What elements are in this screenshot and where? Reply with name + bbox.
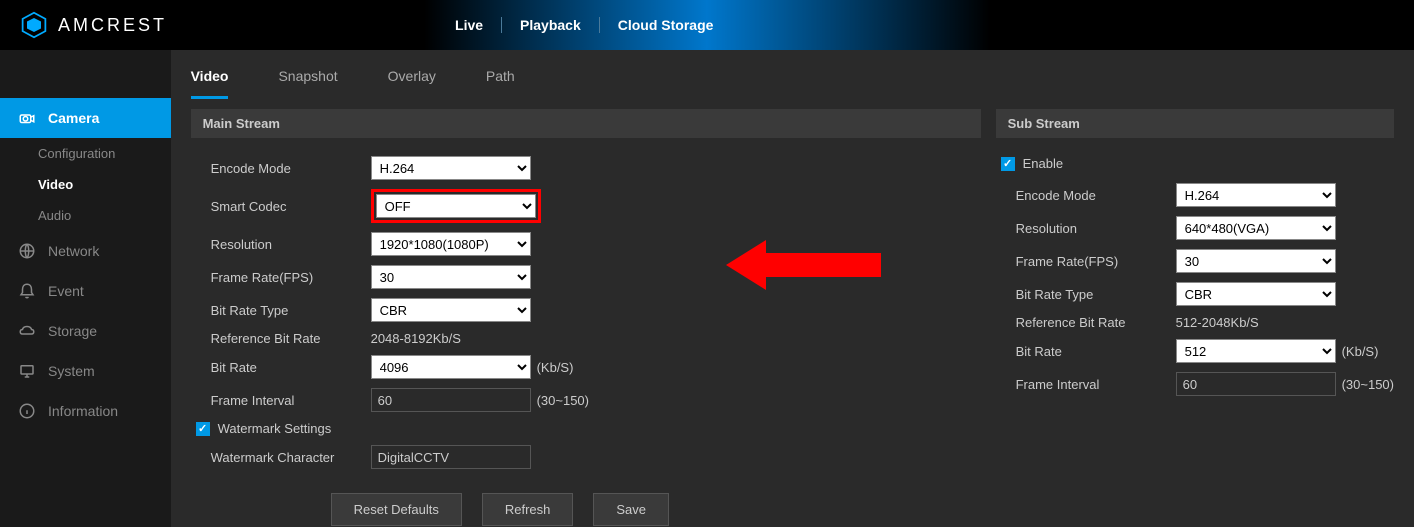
sidebar-item-label: Event — [48, 283, 84, 299]
sub-frame-interval-label: Frame Interval — [1016, 377, 1176, 392]
tab-snapshot[interactable]: Snapshot — [278, 68, 337, 99]
sidebar-item-system[interactable]: System — [0, 351, 171, 391]
sub-frame-interval-input[interactable] — [1176, 372, 1336, 396]
bit-rate-suffix: (Kb/S) — [537, 360, 574, 375]
sub-frame-rate-label: Frame Rate(FPS) — [1016, 254, 1176, 269]
sub-reference-bit-rate-label: Reference Bit Rate — [1016, 315, 1176, 330]
sidebar: Camera Configuration Video Audio Network… — [0, 50, 171, 527]
sidebar-subitem-configuration[interactable]: Configuration — [0, 138, 171, 169]
header-bar: AMCREST Live Playback Cloud Storage — [0, 0, 1414, 50]
resolution-select[interactable]: 1920*1080(1080P) — [371, 232, 531, 256]
frame-rate-select[interactable]: 30 — [371, 265, 531, 289]
sidebar-item-label: System — [48, 363, 95, 379]
watermark-settings-checkbox[interactable] — [196, 422, 210, 436]
sub-enable-checkbox[interactable] — [1001, 157, 1015, 171]
information-icon — [18, 402, 36, 420]
sidebar-item-storage[interactable]: Storage — [0, 311, 171, 351]
sidebar-item-label: Storage — [48, 323, 97, 339]
bit-rate-select[interactable]: 4096 — [371, 355, 531, 379]
frame-interval-input[interactable] — [371, 388, 531, 412]
sub-encode-mode-select[interactable]: H.264 — [1176, 183, 1336, 207]
sub-resolution-select[interactable]: 640*480(VGA) — [1176, 216, 1336, 240]
tab-video[interactable]: Video — [191, 68, 229, 99]
button-row: Reset Defaults Refresh Save — [191, 478, 981, 526]
sidebar-item-information[interactable]: Information — [0, 391, 171, 431]
reference-bit-rate-value: 2048-8192Kb/S — [371, 331, 461, 346]
encode-mode-select[interactable]: H.264 — [371, 156, 531, 180]
reference-bit-rate-label: Reference Bit Rate — [211, 331, 371, 346]
refresh-button[interactable]: Refresh — [482, 493, 574, 526]
sub-bit-rate-type-select[interactable]: CBR — [1176, 282, 1336, 306]
event-icon — [18, 282, 36, 300]
content-area: Video Snapshot Overlay Path Main Stream … — [171, 50, 1414, 527]
bit-rate-type-label: Bit Rate Type — [211, 303, 371, 318]
sidebar-item-camera[interactable]: Camera — [0, 98, 171, 138]
sub-bit-rate-label: Bit Rate — [1016, 344, 1176, 359]
topnav-cloud-storage[interactable]: Cloud Storage — [600, 17, 732, 33]
smart-codec-select[interactable]: OFF — [376, 194, 536, 218]
sub-bit-rate-type-label: Bit Rate Type — [1016, 287, 1176, 302]
sidebar-item-event[interactable]: Event — [0, 271, 171, 311]
sub-enable-label: Enable — [1023, 156, 1063, 171]
sub-encode-mode-label: Encode Mode — [1016, 188, 1176, 203]
sub-stream-header: Sub Stream — [996, 109, 1394, 138]
bit-rate-type-select[interactable]: CBR — [371, 298, 531, 322]
tab-path[interactable]: Path — [486, 68, 515, 99]
watermark-character-input[interactable] — [371, 445, 531, 469]
brand-name: AMCREST — [58, 15, 167, 36]
storage-icon — [18, 322, 36, 340]
frame-interval-label: Frame Interval — [211, 393, 371, 408]
bit-rate-label: Bit Rate — [211, 360, 371, 375]
encode-mode-label: Encode Mode — [211, 161, 371, 176]
main-stream-column: Main Stream Encode Mode H.264 Smart Code… — [191, 109, 981, 526]
sidebar-subitem-video[interactable]: Video — [0, 169, 171, 200]
main-stream-header: Main Stream — [191, 109, 981, 138]
save-button[interactable]: Save — [593, 493, 669, 526]
smart-codec-label: Smart Codec — [211, 199, 371, 214]
camera-icon — [18, 109, 36, 127]
sub-resolution-label: Resolution — [1016, 221, 1176, 236]
frame-interval-suffix: (30~150) — [537, 393, 589, 408]
sidebar-item-label: Information — [48, 403, 118, 419]
sidebar-subitem-audio[interactable]: Audio — [0, 200, 171, 231]
system-icon — [18, 362, 36, 380]
reset-defaults-button[interactable]: Reset Defaults — [331, 493, 462, 526]
tabs: Video Snapshot Overlay Path — [171, 50, 1414, 99]
sub-frame-interval-suffix: (30~150) — [1342, 377, 1394, 392]
sub-stream-column: Sub Stream Enable Encode Mode H.264 Reso… — [996, 109, 1394, 526]
sub-reference-bit-rate-value: 512-2048Kb/S — [1176, 315, 1259, 330]
frame-rate-label: Frame Rate(FPS) — [211, 270, 371, 285]
brand-logo-icon — [20, 11, 48, 39]
sidebar-item-label: Network — [48, 243, 99, 259]
topnav-live[interactable]: Live — [437, 17, 502, 33]
sidebar-item-network[interactable]: Network — [0, 231, 171, 271]
tab-overlay[interactable]: Overlay — [388, 68, 436, 99]
smart-codec-highlight: OFF — [371, 189, 541, 223]
watermark-settings-label: Watermark Settings — [218, 421, 332, 436]
resolution-label: Resolution — [211, 237, 371, 252]
watermark-character-label: Watermark Character — [211, 450, 371, 465]
sub-frame-rate-select[interactable]: 30 — [1176, 249, 1336, 273]
top-nav: Live Playback Cloud Storage — [437, 17, 731, 33]
topnav-playback[interactable]: Playback — [502, 17, 600, 33]
sub-bit-rate-suffix: (Kb/S) — [1342, 344, 1379, 359]
brand-logo: AMCREST — [20, 11, 167, 39]
sub-bit-rate-select[interactable]: 512 — [1176, 339, 1336, 363]
sidebar-item-label: Camera — [48, 110, 99, 126]
network-icon — [18, 242, 36, 260]
